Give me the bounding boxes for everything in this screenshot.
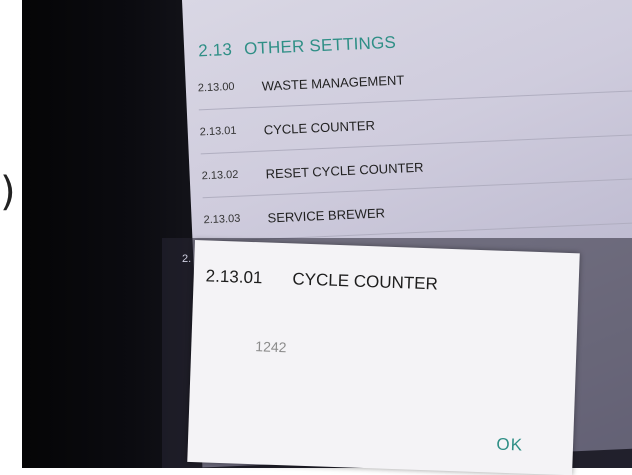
ok-button[interactable]: OK <box>488 430 532 459</box>
section-header: 2.13 OTHER SETTINGS <box>198 33 397 62</box>
row-code: 2.13.02 <box>201 168 239 183</box>
row-label: CYCLE COUNTER <box>263 117 376 138</box>
row-label: WASTE MANAGEMENT <box>261 71 405 94</box>
cycle-count-value: 1242 <box>255 338 287 356</box>
section-title: OTHER SETTINGS <box>243 32 397 59</box>
cycle-counter-dialog: 2.13.01 CYCLE COUNTER 1242 OK <box>187 240 580 475</box>
row-code: 2.13.00 <box>197 80 235 95</box>
row-code: 2.13.03 <box>203 212 241 227</box>
row-label: SERVICE BREWER <box>267 204 386 225</box>
dialog-title: 2.13.01 CYCLE COUNTER <box>205 266 438 294</box>
dialog-title-text: CYCLE COUNTER <box>292 269 439 294</box>
edge-glyph: ) <box>0 169 16 215</box>
dialog-code: 2.13.01 <box>205 266 263 288</box>
row-code: 2.13.01 <box>199 124 237 139</box>
peek-row-code: 2. <box>182 253 192 265</box>
section-number: 2.13 <box>197 39 233 61</box>
row-label: RESET CYCLE COUNTER <box>265 159 424 182</box>
